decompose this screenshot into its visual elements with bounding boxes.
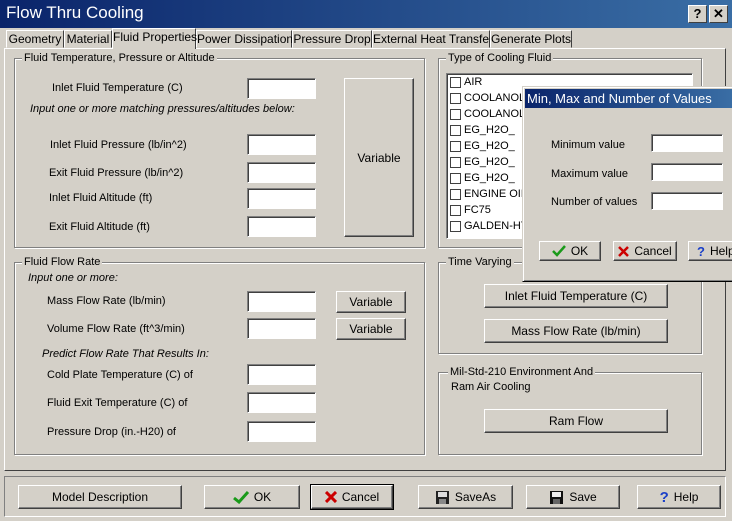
temp-group-legend: Fluid Temperature, Pressure or Altitude xyxy=(22,52,217,64)
cooling-fluid-legend: Type of Cooling Fluid xyxy=(446,52,554,64)
title-bar: Flow Thru Cooling ? ✕ xyxy=(0,0,732,28)
checkbox[interactable] xyxy=(450,172,461,184)
mass-flow-variable-button[interactable]: Variable xyxy=(336,291,406,313)
mass-flow-field[interactable] xyxy=(247,291,316,312)
max-value-field[interactable] xyxy=(651,163,723,181)
tab-fluid-properties[interactable]: Fluid Properties xyxy=(112,28,197,49)
saveas-button[interactable]: SaveAs xyxy=(418,485,513,509)
dialog-title: Min, Max and Number of Values xyxy=(525,89,732,108)
window-title: Flow Thru Cooling xyxy=(6,3,144,22)
save-button[interactable]: Save xyxy=(526,485,620,509)
tab-power-dissipation[interactable]: Power Dissipation xyxy=(196,30,293,48)
milstd-legend: Mil-Std-210 Environment And xyxy=(448,366,596,378)
time-inlet-temp-button[interactable]: Inlet Fluid Temperature (C) xyxy=(484,284,668,308)
ok-button[interactable]: OK xyxy=(204,485,300,509)
exit-altitude-label: Exit Fluid Altitude (ft) xyxy=(49,221,150,233)
check-icon xyxy=(232,490,249,504)
saveas-icon xyxy=(435,490,449,504)
volume-flow-variable-button[interactable]: Variable xyxy=(336,318,406,340)
dialog-help-button[interactable]: ? Help xyxy=(688,241,732,261)
pressure-drop-label: Pressure Drop (in.-H20) of xyxy=(47,426,176,438)
pressure-variable-button[interactable]: Variable xyxy=(344,78,414,237)
checkbox[interactable] xyxy=(450,124,461,136)
exit-pressure-field[interactable] xyxy=(247,162,316,183)
x-icon xyxy=(618,245,630,257)
tab-generate-plots[interactable]: Generate Plots xyxy=(490,30,572,48)
checkbox[interactable] xyxy=(450,204,461,216)
floppy-icon xyxy=(550,490,564,504)
predict-hint: Predict Flow Rate That Results In: xyxy=(42,348,209,360)
ram-flow-button[interactable]: Ram Flow xyxy=(484,409,668,433)
exit-pressure-label: Exit Fluid Pressure (lb/in^2) xyxy=(49,167,184,179)
checkbox[interactable] xyxy=(450,140,461,152)
milstd-legend-line2: Ram Air Cooling xyxy=(451,381,531,393)
check-icon xyxy=(551,245,566,257)
cold-plate-field[interactable] xyxy=(247,364,316,385)
checkbox[interactable] xyxy=(450,156,461,168)
exit-temp-field[interactable] xyxy=(247,392,316,413)
dialog-cancel-button[interactable]: Cancel xyxy=(613,241,677,261)
tab-geometry[interactable]: Geometry xyxy=(6,30,64,48)
checkbox[interactable] xyxy=(450,92,461,104)
help-button[interactable]: ? Help xyxy=(637,485,721,509)
inlet-pressure-label: Inlet Fluid Pressure (lb/in^2) xyxy=(50,139,187,151)
cold-plate-label: Cold Plate Temperature (C) of xyxy=(47,369,193,381)
help-title-button[interactable]: ? xyxy=(688,5,707,23)
dialog-ok-button[interactable]: OK xyxy=(539,241,601,261)
checkbox[interactable] xyxy=(450,188,461,200)
question-icon: ? xyxy=(697,243,705,259)
checkbox[interactable] xyxy=(450,220,461,232)
inlet-pressure-field[interactable] xyxy=(247,134,316,155)
num-values-field[interactable] xyxy=(651,192,723,210)
inlet-altitude-field[interactable] xyxy=(247,188,316,209)
tab-pressure-drop[interactable]: Pressure Drop xyxy=(292,30,372,48)
tab-material[interactable]: Material xyxy=(64,30,112,48)
exit-temp-label: Fluid Exit Temperature (C) of xyxy=(47,397,188,409)
checkbox[interactable] xyxy=(450,76,461,88)
num-values-label: Number of values xyxy=(551,196,638,208)
inlet-temp-label: Inlet Fluid Temperature (C) xyxy=(52,82,183,94)
checkbox[interactable] xyxy=(450,108,461,120)
cancel-button[interactable]: Cancel xyxy=(310,484,394,510)
min-max-dialog: Min, Max and Number of Values Minimum va… xyxy=(522,86,732,282)
flow-group-legend: Fluid Flow Rate xyxy=(22,256,103,268)
model-description-button[interactable]: Model Description xyxy=(18,485,182,509)
flow-group-hint: Input one or more: xyxy=(28,272,118,284)
question-icon: ? xyxy=(659,488,669,506)
tab-external-heat-transfer[interactable]: External Heat Transfer xyxy=(372,30,493,48)
close-button[interactable]: ✕ xyxy=(709,5,728,23)
min-value-label: Minimum value xyxy=(551,139,625,151)
max-value-label: Maximum value xyxy=(551,168,629,180)
exit-altitude-field[interactable] xyxy=(247,216,316,237)
inlet-temp-field[interactable] xyxy=(247,78,316,99)
mass-flow-label: Mass Flow Rate (lb/min) xyxy=(47,295,166,307)
pressure-drop-field[interactable] xyxy=(247,421,316,442)
volume-flow-field[interactable] xyxy=(247,318,316,339)
time-varying-legend: Time Varying xyxy=(446,256,514,268)
temp-group-hint: Input one or more matching pressures/alt… xyxy=(30,103,295,115)
volume-flow-label: Volume Flow Rate (ft^3/min) xyxy=(47,323,185,335)
x-icon xyxy=(324,491,337,503)
time-mass-flow-button[interactable]: Mass Flow Rate (lb/min) xyxy=(484,319,668,343)
min-value-field[interactable] xyxy=(651,134,723,152)
inlet-altitude-label: Inlet Fluid Altitude (ft) xyxy=(49,192,153,204)
